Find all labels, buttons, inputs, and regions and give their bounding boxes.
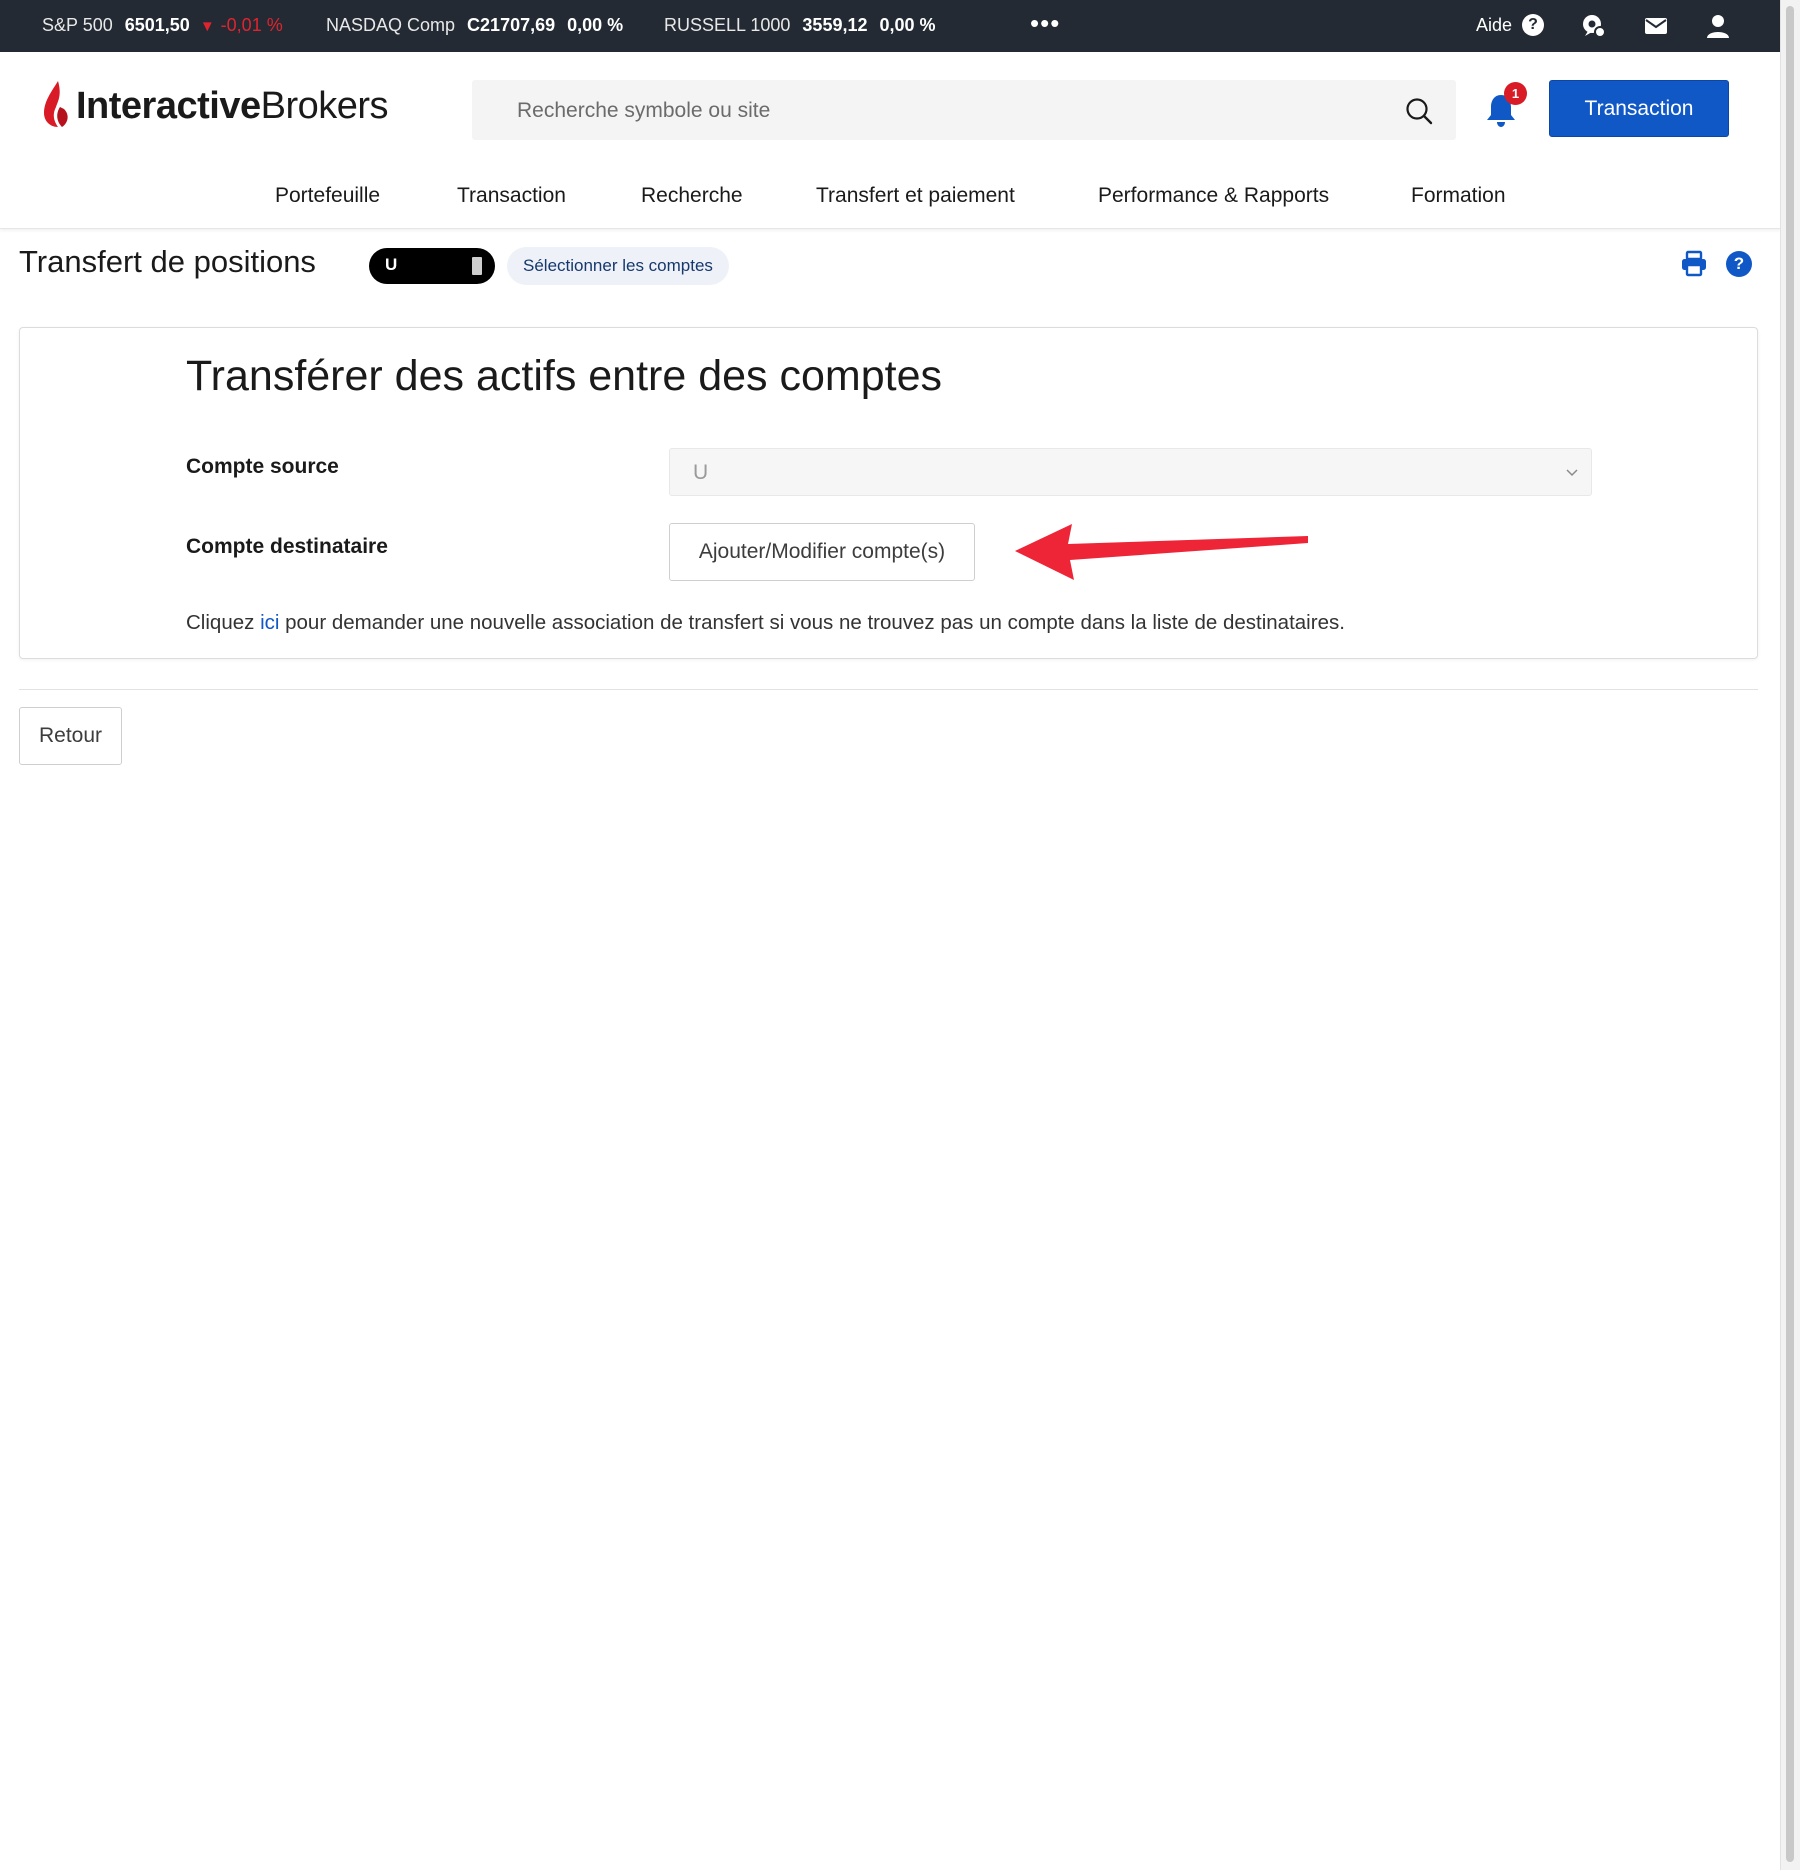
market-ticker-bar: S&P 500 6501,50 ▼ -0,01 % NASDAQ Comp C21707… [0,0,1781,52]
red-annotation-arrow [1015,524,1308,580]
source-account-value: U [693,461,709,484]
ticker-value: 3559,12 [802,15,868,35]
add-modify-accounts-button[interactable]: Ajouter/Modifier compte(s) [669,523,975,581]
ticker-value: 6501,50 [124,15,190,35]
ticker-change: 0,00 % [879,15,936,35]
page-help-icon[interactable]: ? [1726,251,1752,277]
nav-item-education[interactable]: Formation [1411,184,1506,208]
account-id: U [385,255,398,274]
transfer-association-note: Cliquez ici pour demander une nouvelle a… [186,611,1345,635]
request-association-link[interactable]: ici [260,611,279,634]
search-input[interactable]: Recherche symbole ou site [472,80,1456,140]
back-button[interactable]: Retour [19,707,122,765]
search-placeholder: Recherche symbole ou site [517,99,771,122]
note-text-after: pour demander une nouvelle association d… [279,611,1345,634]
mail-icon[interactable] [1642,12,1670,40]
scrollbar-thumb[interactable] [1786,6,1794,1862]
nav-item-performance-reports[interactable]: Performance & Rapports [1098,184,1329,208]
main-navigation: Portefeuille Transaction Recherche Trans… [0,168,1781,229]
ticker-item-nasdaq[interactable]: NASDAQ Comp C21707,69 0,00 % [326,15,623,36]
notification-count-badge: 1 [1504,82,1527,105]
user-profile-icon[interactable] [1704,12,1732,40]
print-icon[interactable] [1680,250,1708,278]
source-account-select[interactable]: U [669,448,1592,496]
transfer-assets-card: Transférer des actifs entre des comptes … [19,327,1758,659]
more-tickers-icon[interactable]: ••• [1030,8,1060,39]
ticker-change: 0,00 % [567,15,624,35]
section-divider [19,689,1758,690]
ticker-name: S&P 500 [42,15,113,35]
down-triangle-icon: ▼ [199,18,215,35]
ticker-change: -0,01 % [220,15,283,35]
ib-flame-icon [44,81,68,127]
nav-item-research[interactable]: Recherche [641,184,743,208]
card-title: Transférer des actifs entre des comptes [186,352,943,400]
account-masked-bar [472,257,482,275]
transaction-button[interactable]: Transaction [1549,80,1729,137]
interactive-brokers-logo[interactable]: InteractiveBrokers [42,78,389,134]
vertical-scrollbar[interactable] [1780,0,1800,1870]
question-circle-icon: ? [1522,14,1545,36]
select-accounts-button[interactable]: Sélectionner les comptes [507,247,729,285]
account-selector-pill[interactable]: U [369,248,495,284]
help-label: Aide [1476,14,1513,35]
nav-item-transfer-payment[interactable]: Transfert et paiement [816,184,1015,208]
ticker-value: C21707,69 [467,15,556,35]
logo-regular: Brokers [260,84,389,127]
page-title: Transfert de positions [19,244,316,279]
logo-bold: Interactive [76,84,261,127]
ticker-item-sp500[interactable]: S&P 500 6501,50 ▼ -0,01 % [42,15,283,36]
destination-account-label: Compte destinataire [186,535,388,558]
page: S&P 500 6501,50 ▼ -0,01 % NASDAQ Comp C21707… [0,0,1781,1870]
search-icon[interactable] [1404,96,1434,126]
ticker-name: RUSSELL 1000 [664,15,791,35]
nav-item-portfolio[interactable]: Portefeuille [275,184,380,208]
ticker-item-russell[interactable]: RUSSELL 1000 3559,12 0,00 % [664,15,936,36]
chat-icon[interactable] [1580,12,1608,40]
logo-wordmark: InteractiveBrokers [76,84,389,128]
chevron-down-icon [1566,469,1578,477]
help-link[interactable]: Aide ? [1476,14,1545,36]
source-account-label: Compte source [186,455,339,478]
note-text-before: Cliquez [186,611,261,634]
nav-item-transaction[interactable]: Transaction [457,184,566,208]
ticker-name: NASDAQ Comp [326,15,456,35]
